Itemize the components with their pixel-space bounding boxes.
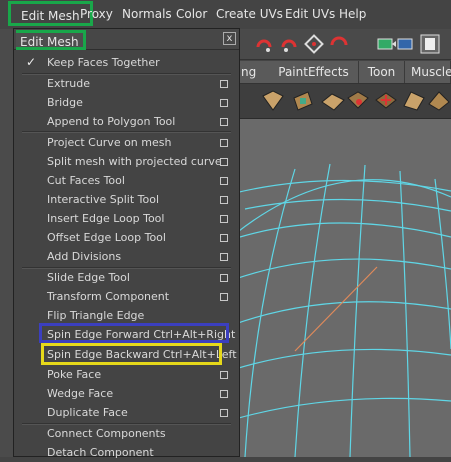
status-toolbar	[235, 29, 451, 60]
menubar-item-help[interactable]: Help	[339, 0, 366, 29]
poly-tool-icon[interactable]	[401, 88, 427, 114]
shelf-tab-toon[interactable]: Toon	[359, 61, 405, 83]
option-box-icon[interactable]	[220, 139, 228, 147]
poly-tool-icon[interactable]	[290, 88, 316, 114]
option-box-icon[interactable]	[220, 158, 228, 166]
magnet-icon[interactable]	[278, 33, 300, 55]
spin-edge-backward-highlight	[41, 343, 222, 365]
option-box-icon[interactable]	[220, 80, 228, 88]
menubar-item-color[interactable]: Color	[176, 0, 207, 29]
magnet-icon[interactable]	[328, 33, 350, 55]
menu-item-project-curve[interactable]: Project Curve on mesh	[22, 133, 231, 152]
menu-item-label: Bridge	[47, 96, 83, 109]
attribute-editor-icon[interactable]	[419, 33, 441, 55]
menu-item-label: Detach Component	[47, 446, 154, 459]
menu-item-label: Add Divisions	[47, 250, 122, 263]
menu-item-label: Transform Component	[47, 290, 170, 303]
menu-item-append-polygon[interactable]: Append to Polygon Tool	[22, 112, 231, 131]
menu-item-label: Duplicate Face	[47, 406, 128, 419]
menubar-item-proxy[interactable]: Proxy	[80, 0, 113, 29]
menu-item-poke-face[interactable]: Poke Face	[22, 365, 231, 384]
option-box-icon[interactable]	[220, 409, 228, 417]
spin-edge-forward-highlight	[39, 323, 229, 343]
menu-bar: Edit Mesh Proxy Normals Color Create UVs…	[0, 0, 451, 30]
menu-item-label: Poke Face	[47, 368, 102, 381]
menubar-item-edit-uvs[interactable]: Edit UVs	[285, 0, 335, 29]
menu-item-interactive-split[interactable]: Interactive Split Tool	[22, 190, 231, 209]
menu-item-slide-edge[interactable]: Slide Edge Tool	[22, 268, 231, 287]
menu-item-add-divisions[interactable]: Add Divisions	[22, 247, 231, 266]
poly-tool-icon[interactable]	[260, 88, 286, 114]
menu-item-bridge[interactable]: Bridge	[22, 93, 231, 112]
menubar-item-normals[interactable]: Normals	[122, 0, 172, 29]
option-box-icon[interactable]	[220, 293, 228, 301]
3d-viewport[interactable]	[234, 119, 451, 458]
menu-item-split-mesh-curve[interactable]: Split mesh with projected curve	[22, 152, 231, 171]
edit-mesh-menu: Edit Mesh x ✓ Keep Faces Together Extrud…	[13, 28, 240, 459]
menu-item-label: Offset Edge Loop Tool	[47, 231, 166, 244]
magnet-icon[interactable]	[253, 33, 275, 55]
check-icon: ✓	[26, 55, 37, 69]
menu-item-transform-component[interactable]: Transform Component	[22, 287, 231, 306]
magnet-icon[interactable]	[303, 33, 325, 55]
menu-item-label: Split mesh with projected curve	[47, 155, 222, 168]
option-box-icon[interactable]	[220, 177, 228, 185]
menu-item-extrude[interactable]: Extrude	[22, 74, 231, 93]
poly-tool-icon[interactable]	[373, 88, 399, 114]
menu-item-label: Connect Components	[47, 427, 166, 440]
menu-item-label: Insert Edge Loop Tool	[47, 212, 165, 225]
sphere-mesh	[234, 163, 451, 458]
menu-item-wedge-face[interactable]: Wedge Face	[22, 384, 231, 403]
menu-item-label: Keep Faces Together	[47, 56, 160, 69]
close-icon[interactable]: x	[223, 32, 236, 45]
selected-edge	[294, 266, 378, 352]
menu-item-cut-faces[interactable]: Cut Faces Tool	[22, 171, 231, 190]
option-box-icon[interactable]	[220, 253, 228, 261]
render-icon[interactable]	[375, 33, 397, 55]
option-box-icon[interactable]	[220, 390, 228, 398]
shelf-tabs: ng PaintEffects Toon Muscle	[235, 61, 451, 84]
shelf-tab-muscle[interactable]: Muscle	[405, 61, 451, 83]
menu-item-detach-component[interactable]: Detach Component	[22, 443, 231, 462]
menu-title[interactable]: Edit Mesh	[16, 30, 86, 50]
menu-title-bar[interactable]: Edit Mesh x	[14, 29, 239, 50]
option-box-icon[interactable]	[220, 118, 228, 126]
menu-item-label: Slide Edge Tool	[47, 271, 130, 284]
menu-item-keep-faces-together[interactable]: ✓ Keep Faces Together	[22, 53, 231, 72]
shelf-icons	[235, 84, 451, 119]
menu-item-label: Project Curve on mesh	[47, 136, 172, 149]
option-box-icon[interactable]	[220, 99, 228, 107]
menu-item-duplicate-face[interactable]: Duplicate Face	[22, 403, 231, 422]
poly-tool-icon[interactable]	[320, 88, 346, 114]
render-settings-icon[interactable]	[395, 33, 417, 55]
menu-item-label: Cut Faces Tool	[47, 174, 125, 187]
menubar-item-create-uvs[interactable]: Create UVs	[216, 0, 283, 29]
menu-item-label: Extrude	[47, 77, 91, 90]
poly-tool-icon[interactable]	[427, 88, 451, 114]
option-box-icon[interactable]	[220, 196, 228, 204]
menu-item-label: Wedge Face	[47, 387, 114, 400]
poly-tool-icon[interactable]	[345, 88, 371, 114]
option-box-icon[interactable]	[220, 215, 228, 223]
shelf-tab-painteffects[interactable]: PaintEffects	[269, 61, 359, 83]
option-box-icon[interactable]	[220, 371, 228, 379]
menu-item-label: Append to Polygon Tool	[47, 115, 176, 128]
menu-item-connect-components[interactable]: Connect Components	[22, 424, 231, 443]
option-box-icon[interactable]	[220, 234, 228, 242]
menu-item-insert-edge-loop[interactable]: Insert Edge Loop Tool	[22, 209, 231, 228]
menu-item-label: Interactive Split Tool	[47, 193, 160, 206]
menu-item-offset-edge-loop[interactable]: Offset Edge Loop Tool	[22, 228, 231, 247]
option-box-icon[interactable]	[220, 274, 228, 282]
